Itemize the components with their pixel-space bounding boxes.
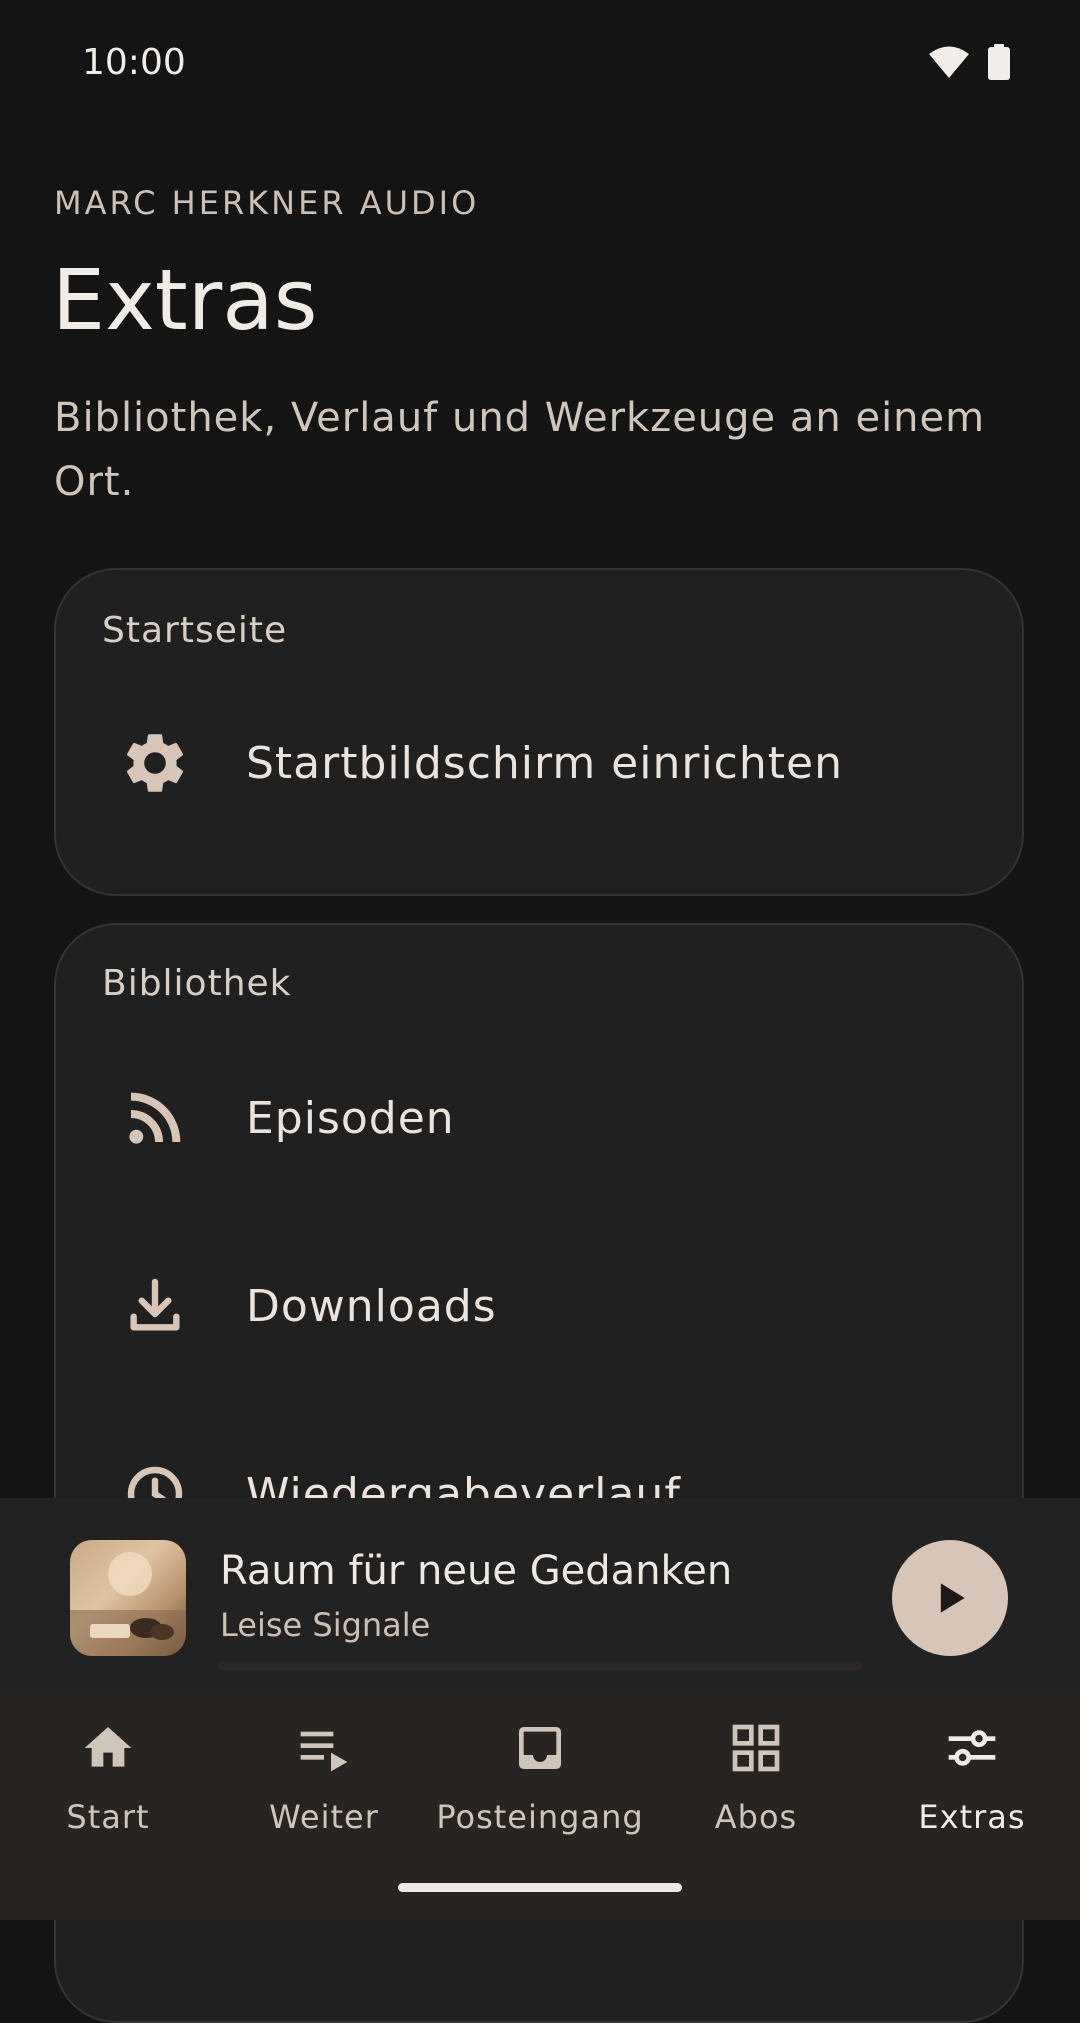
section-label: Bibliothek: [102, 963, 292, 1004]
nav-label: Start: [66, 1798, 150, 1836]
menu-item-label: Episoden: [246, 1092, 455, 1144]
menu-item-startbildschirm[interactable]: Startbildschirm einrichten: [56, 688, 1022, 838]
nav-item-posteingang[interactable]: Posteingang: [432, 1718, 648, 1858]
album-art: [70, 1540, 186, 1656]
brand-kicker: MARC HERKNER AUDIO: [54, 184, 480, 222]
nav-item-extras[interactable]: Extras: [864, 1718, 1080, 1858]
queue-icon: [294, 1718, 354, 1778]
section-startseite: Startseite Startbildschirm einrichten: [54, 568, 1024, 896]
play-button[interactable]: [892, 1540, 1008, 1656]
nav-item-abos[interactable]: Abos: [648, 1718, 864, 1858]
mini-player[interactable]: Raum für neue Gedanken Leise Signale: [0, 1498, 1080, 1688]
rss-icon: [110, 1073, 200, 1163]
menu-item-episoden[interactable]: Episoden: [56, 1043, 1022, 1193]
play-icon: [940, 1583, 965, 1613]
menu-item-downloads[interactable]: Downloads: [56, 1231, 1022, 1381]
player-progress[interactable]: [218, 1662, 862, 1670]
nav-label: Abos: [714, 1798, 798, 1836]
menu-item-label: Downloads: [246, 1280, 497, 1332]
menu-item-label: Startbildschirm einrichten: [246, 737, 843, 789]
home-icon: [78, 1718, 138, 1778]
status-bar: 10:00: [0, 0, 1080, 128]
nav-item-weiter[interactable]: Weiter: [216, 1718, 432, 1858]
page-subtitle: Bibliothek, Verlauf und Werkzeuge an ein…: [54, 395, 986, 505]
inbox-icon: [510, 1718, 570, 1778]
section-label: Startseite: [102, 610, 288, 651]
nav-label: Posteingang: [436, 1798, 644, 1836]
player-subtitle: Leise Signale: [220, 1606, 431, 1644]
nav-label: Weiter: [269, 1798, 379, 1836]
download-icon: [110, 1261, 200, 1351]
gear-icon: [110, 718, 200, 808]
status-time: 10:00: [82, 42, 186, 83]
player-title: Raum für neue Gedanken: [220, 1548, 733, 1594]
nav-label: Extras: [918, 1798, 1026, 1836]
battery-icon: [988, 44, 1010, 80]
page-title: Extras: [52, 251, 318, 349]
wifi-icon: [929, 46, 969, 78]
sliders-icon: [942, 1718, 1002, 1778]
grid-icon: [726, 1718, 786, 1778]
nav-item-start[interactable]: Start: [0, 1718, 216, 1858]
home-indicator[interactable]: [398, 1883, 682, 1892]
